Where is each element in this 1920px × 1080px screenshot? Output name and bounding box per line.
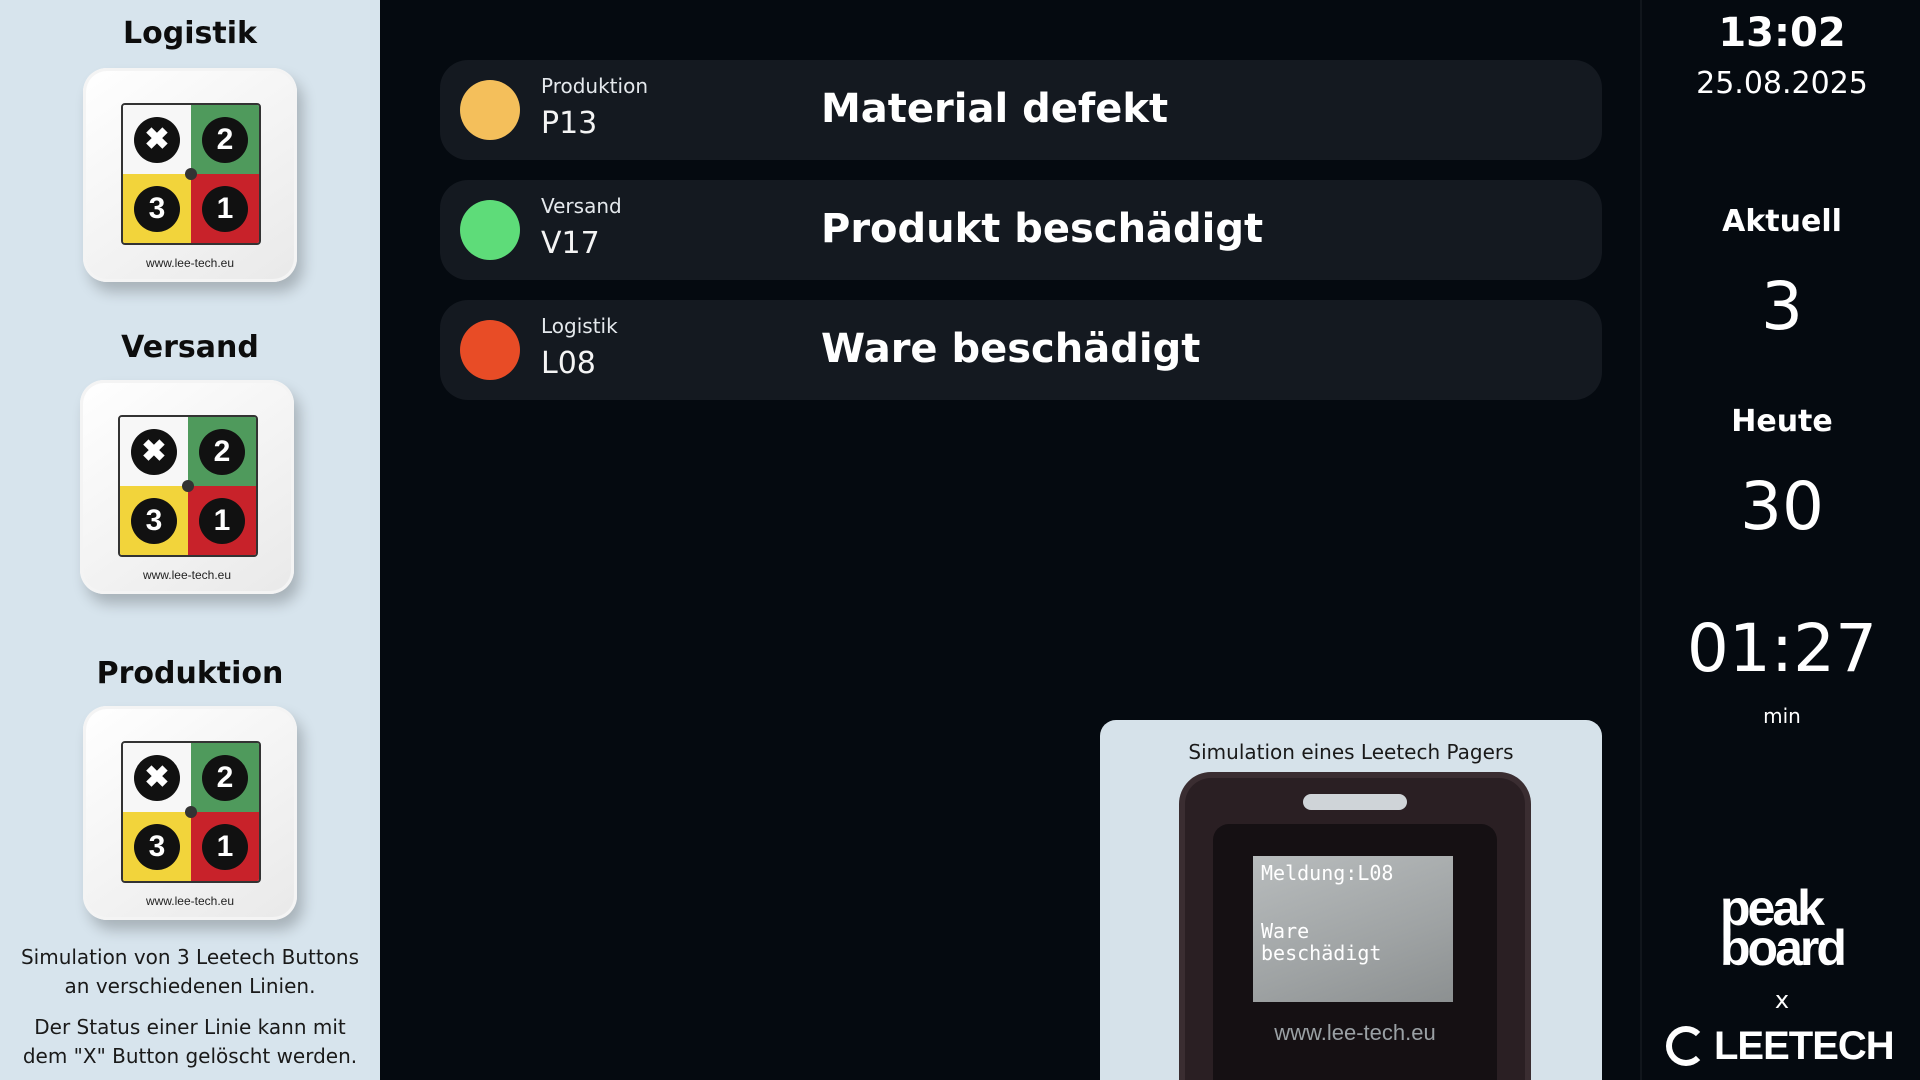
alert-row: Logistik L08 Ware beschädigt xyxy=(440,300,1602,400)
right-divider xyxy=(1640,0,1642,1080)
today-value: 30 xyxy=(1740,468,1824,545)
duration-unit: min xyxy=(1763,704,1801,728)
alert-row: Produktion P13 Material defekt xyxy=(440,60,1602,160)
pager-screen-line: beschädigt xyxy=(1261,941,1382,965)
peakboard-logo-line2: board xyxy=(1720,920,1847,976)
key-1[interactable]: 1 xyxy=(191,174,259,243)
button-url: www.lee-tech.eu xyxy=(145,256,235,270)
pager-url: www.lee-tech.eu xyxy=(1274,1020,1436,1045)
button-center-dot xyxy=(185,806,197,818)
leetech-button-logistik[interactable]: ✖ 2 3 1 www.lee-tech.eu xyxy=(83,68,297,282)
status-dot-icon xyxy=(460,200,520,260)
key-3-label: 3 xyxy=(134,185,180,232)
alert-code: V17 xyxy=(541,226,600,261)
duration-value: 01:27 xyxy=(1686,610,1878,687)
close-icon: ✖ xyxy=(134,754,180,801)
station-title-produktion: Produktion xyxy=(96,656,284,691)
pager-clip xyxy=(1303,794,1407,810)
close-icon: ✖ xyxy=(134,116,180,163)
peakboard-logo: peak board xyxy=(1720,883,1864,976)
leetech-button-produktion[interactable]: ✖ 2 3 1 www.lee-tech.eu xyxy=(83,706,297,920)
alert-code: P13 xyxy=(541,106,598,141)
pager-bezel: Meldung:L08 Ware beschädigt www.lee-tech… xyxy=(1213,824,1497,1080)
pager-device: Meldung:L08 Ware beschädigt www.lee-tech… xyxy=(1185,778,1525,1080)
clock-time: 13:02 xyxy=(1718,10,1846,56)
key-x[interactable]: ✖ xyxy=(123,743,191,812)
pager-title: Simulation eines Leetech Pagers xyxy=(1188,740,1514,764)
key-2[interactable]: 2 xyxy=(188,417,256,486)
station-title-versand: Versand xyxy=(121,330,259,365)
key-2[interactable]: 2 xyxy=(191,105,259,174)
key-3[interactable]: 3 xyxy=(123,174,191,243)
alert-code: L08 xyxy=(541,346,596,381)
pager-screen-line: Ware xyxy=(1261,919,1310,943)
clock-date: 25.08.2025 xyxy=(1696,66,1868,101)
key-3[interactable]: 3 xyxy=(120,486,188,555)
key-1[interactable]: 1 xyxy=(191,812,259,881)
button-url: www.lee-tech.eu xyxy=(145,894,235,908)
pager-simulation-card: Simulation eines Leetech Pagers Meldung:… xyxy=(1100,720,1602,1080)
close-icon: ✖ xyxy=(131,428,177,475)
key-3[interactable]: 3 xyxy=(123,812,191,881)
pager-screen-line: Meldung:L08 xyxy=(1261,861,1394,885)
key-1-label: 1 xyxy=(202,823,248,870)
leetech-logo: LEETECH xyxy=(1666,1024,1916,1068)
button-center-dot xyxy=(182,480,194,492)
alert-line: Produktion xyxy=(541,74,648,98)
alert-row: Versand V17 Produkt beschädigt xyxy=(440,180,1602,280)
current-label: Aktuell xyxy=(1722,204,1842,239)
key-x[interactable]: ✖ xyxy=(120,417,188,486)
button-center-dot xyxy=(185,168,197,180)
key-2-label: 2 xyxy=(202,754,248,801)
today-label: Heute xyxy=(1731,404,1833,439)
key-3-label: 3 xyxy=(134,823,180,870)
key-2[interactable]: 2 xyxy=(191,743,259,812)
simulation-note: Simulation von 3 Leetech Buttons an vers… xyxy=(20,945,360,998)
button-url: www.lee-tech.eu xyxy=(142,568,232,582)
alert-message: Produkt beschädigt xyxy=(821,206,1264,252)
logo-separator: x xyxy=(1774,986,1790,1014)
leetech-swirl-icon xyxy=(1666,1026,1706,1066)
status-dot-icon xyxy=(460,320,520,380)
alert-line: Logistik xyxy=(541,314,618,338)
key-x[interactable]: ✖ xyxy=(123,105,191,174)
key-3-label: 3 xyxy=(131,497,177,544)
status-dot-icon xyxy=(460,80,520,140)
leetech-logo-text: LEETECH xyxy=(1714,1023,1895,1068)
key-2-label: 2 xyxy=(202,116,248,163)
clear-status-note: Der Status einer Linie kann mit dem "X" … xyxy=(22,1015,358,1068)
key-1-label: 1 xyxy=(199,497,245,544)
key-1-label: 1 xyxy=(202,185,248,232)
alert-line: Versand xyxy=(541,194,622,218)
alert-message: Material defekt xyxy=(821,86,1169,132)
pager-screen: Meldung:L08 Ware beschädigt xyxy=(1253,856,1453,1002)
right-panel: 13:02 25.08.2025 Aktuell 3 Heute 30 01:2… xyxy=(1644,0,1920,1080)
leetech-button-versand[interactable]: ✖ 2 3 1 www.lee-tech.eu xyxy=(80,380,294,594)
alert-message: Ware beschädigt xyxy=(821,326,1201,372)
current-value: 3 xyxy=(1761,268,1803,345)
key-1[interactable]: 1 xyxy=(188,486,256,555)
key-2-label: 2 xyxy=(199,428,245,475)
station-title-logistik: Logistik xyxy=(123,16,257,51)
left-panel: Logistik ✖ 2 3 1 www.lee-tech.eu Versand… xyxy=(0,0,380,1080)
